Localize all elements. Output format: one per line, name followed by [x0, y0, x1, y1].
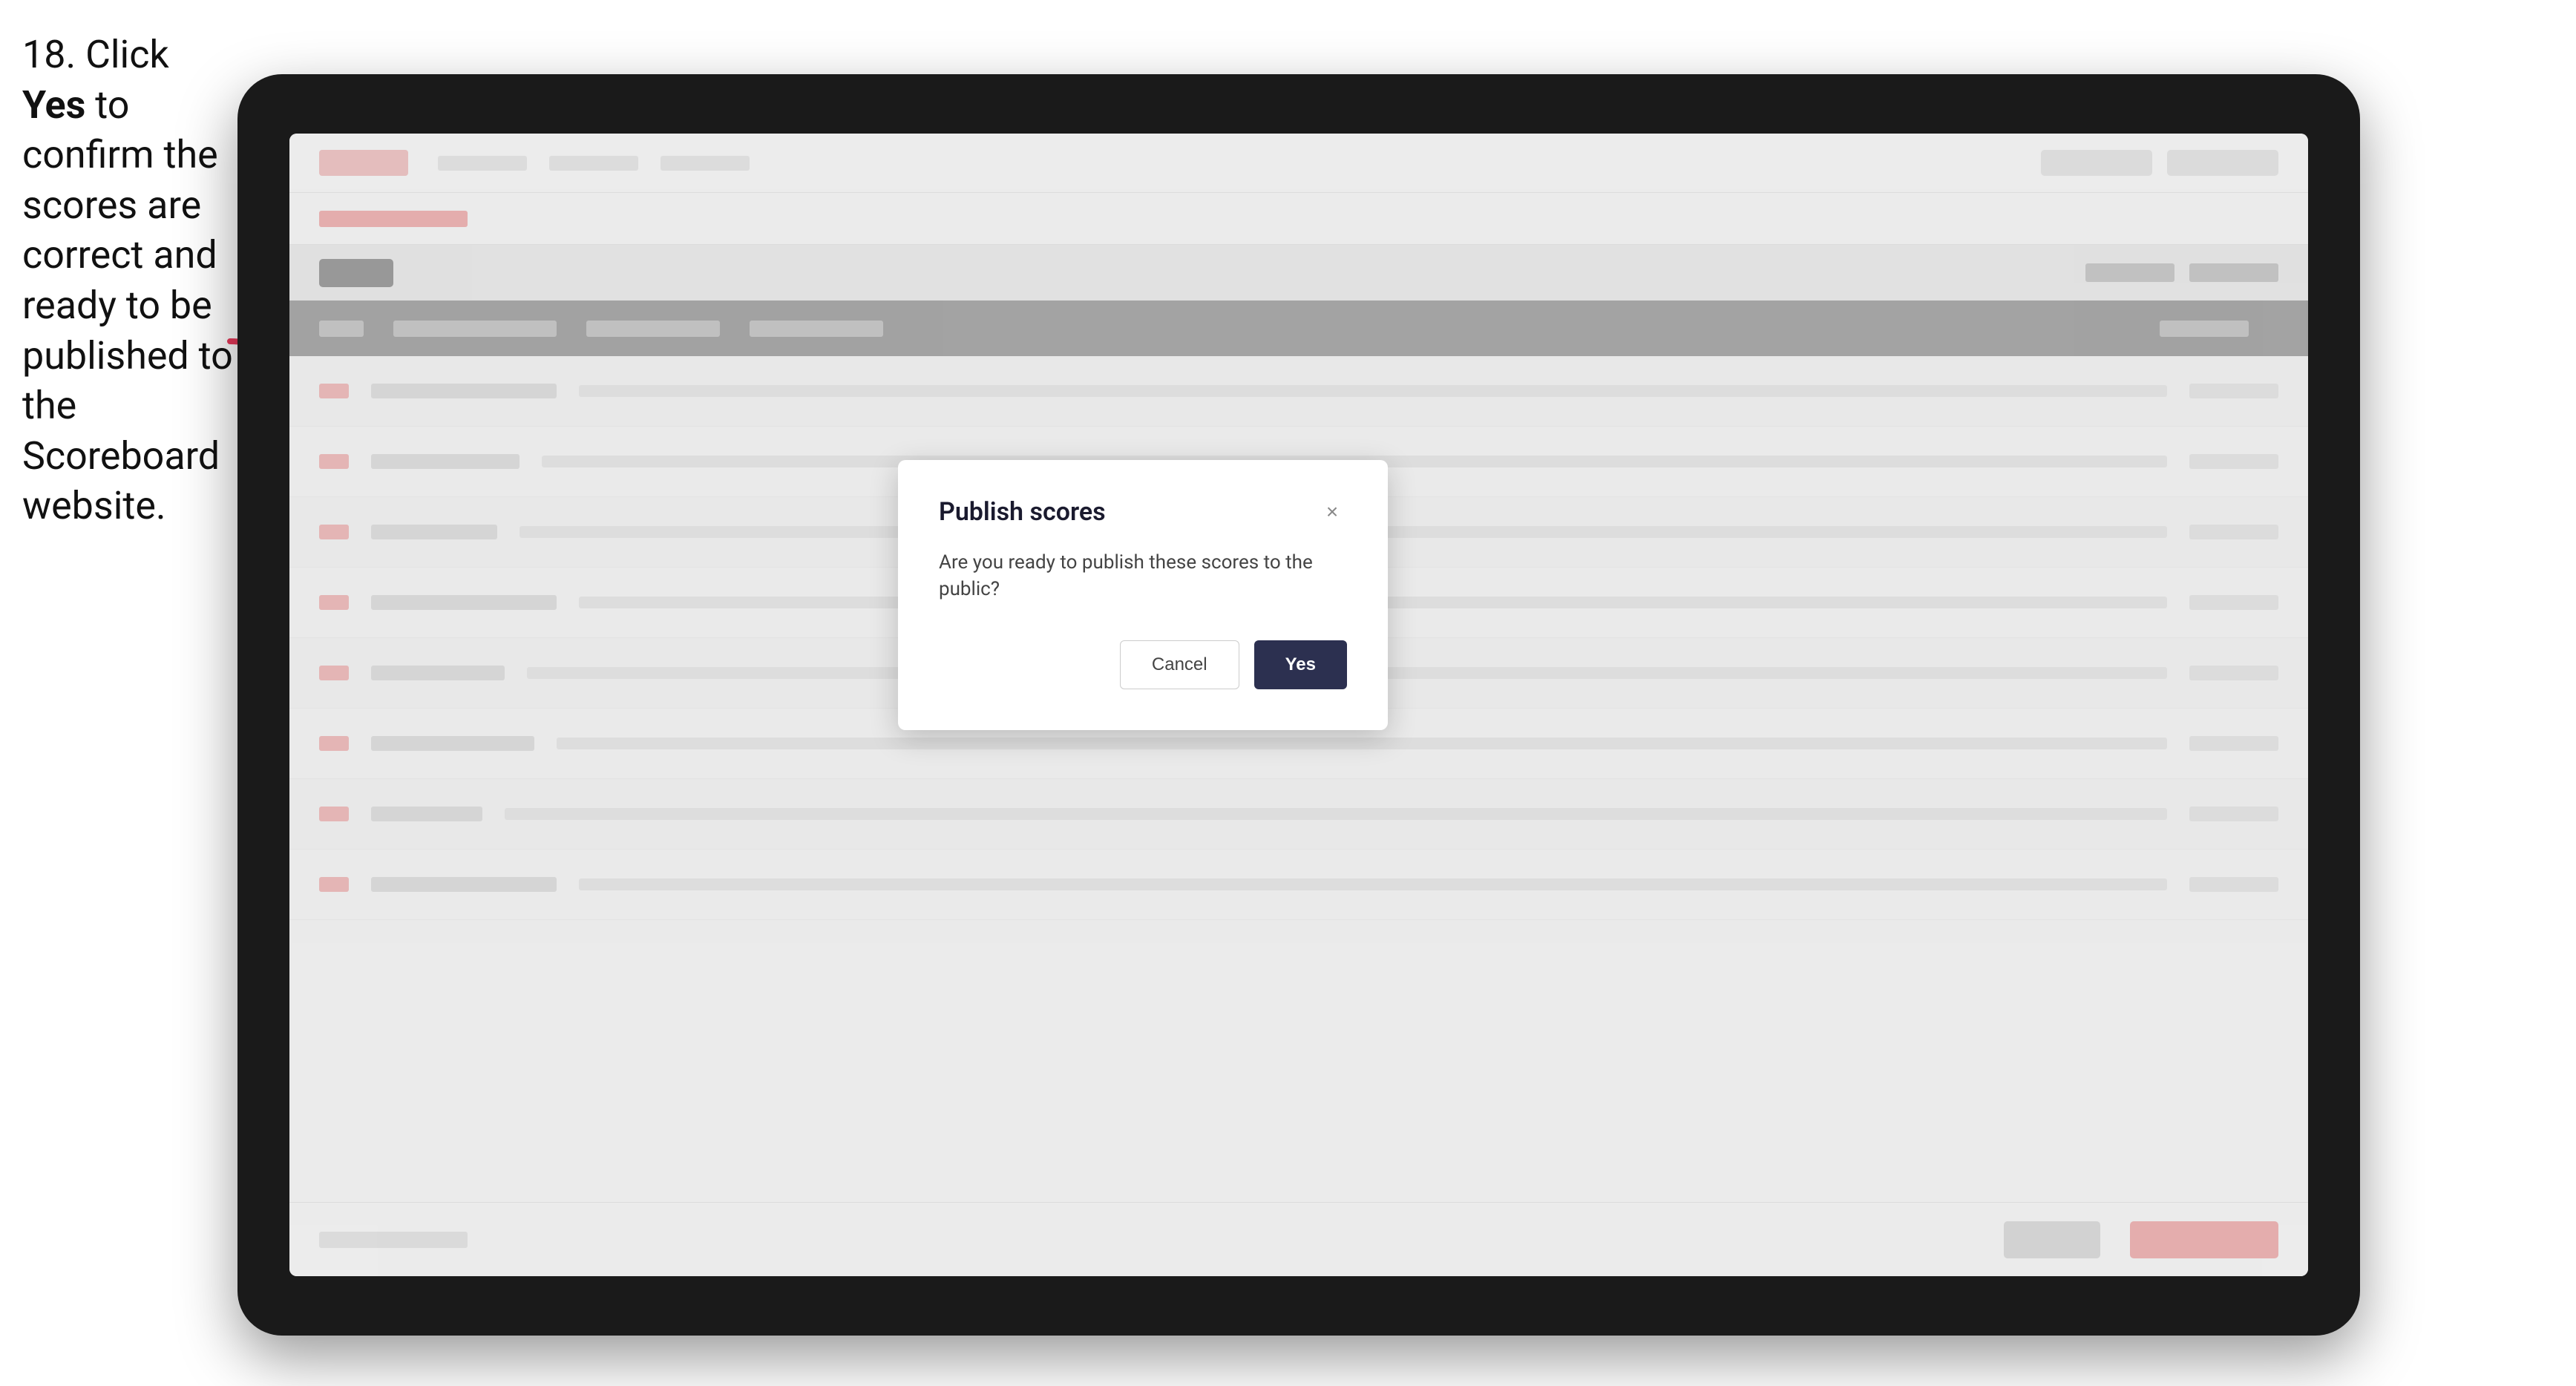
dialog-header: Publish scores ×	[939, 497, 1347, 527]
dialog-cancel-button[interactable]: Cancel	[1120, 640, 1239, 689]
dialog-body-text: Are you ready to publish these scores to…	[939, 549, 1347, 603]
tablet-device: Publish scores × Are you ready to publis…	[237, 74, 2360, 1336]
publish-scores-dialog: Publish scores × Are you ready to publis…	[898, 460, 1388, 730]
tablet-screen: Publish scores × Are you ready to publis…	[289, 134, 2308, 1276]
dialog-yes-button[interactable]: Yes	[1254, 640, 1347, 689]
instruction-suffix: to confirm the scores are correct and re…	[22, 82, 233, 529]
modal-overlay: Publish scores × Are you ready to publis…	[289, 134, 2308, 1276]
instruction-prefix: Click	[76, 32, 169, 77]
dialog-close-button[interactable]: ×	[1317, 497, 1347, 527]
dialog-title: Publish scores	[939, 497, 1106, 527]
dialog-footer: Cancel Yes	[939, 640, 1347, 689]
instruction-text: 18. Click Yes to confirm the scores are …	[22, 30, 237, 531]
yes-emphasis: Yes	[22, 82, 85, 128]
step-number: 18.	[22, 32, 76, 77]
